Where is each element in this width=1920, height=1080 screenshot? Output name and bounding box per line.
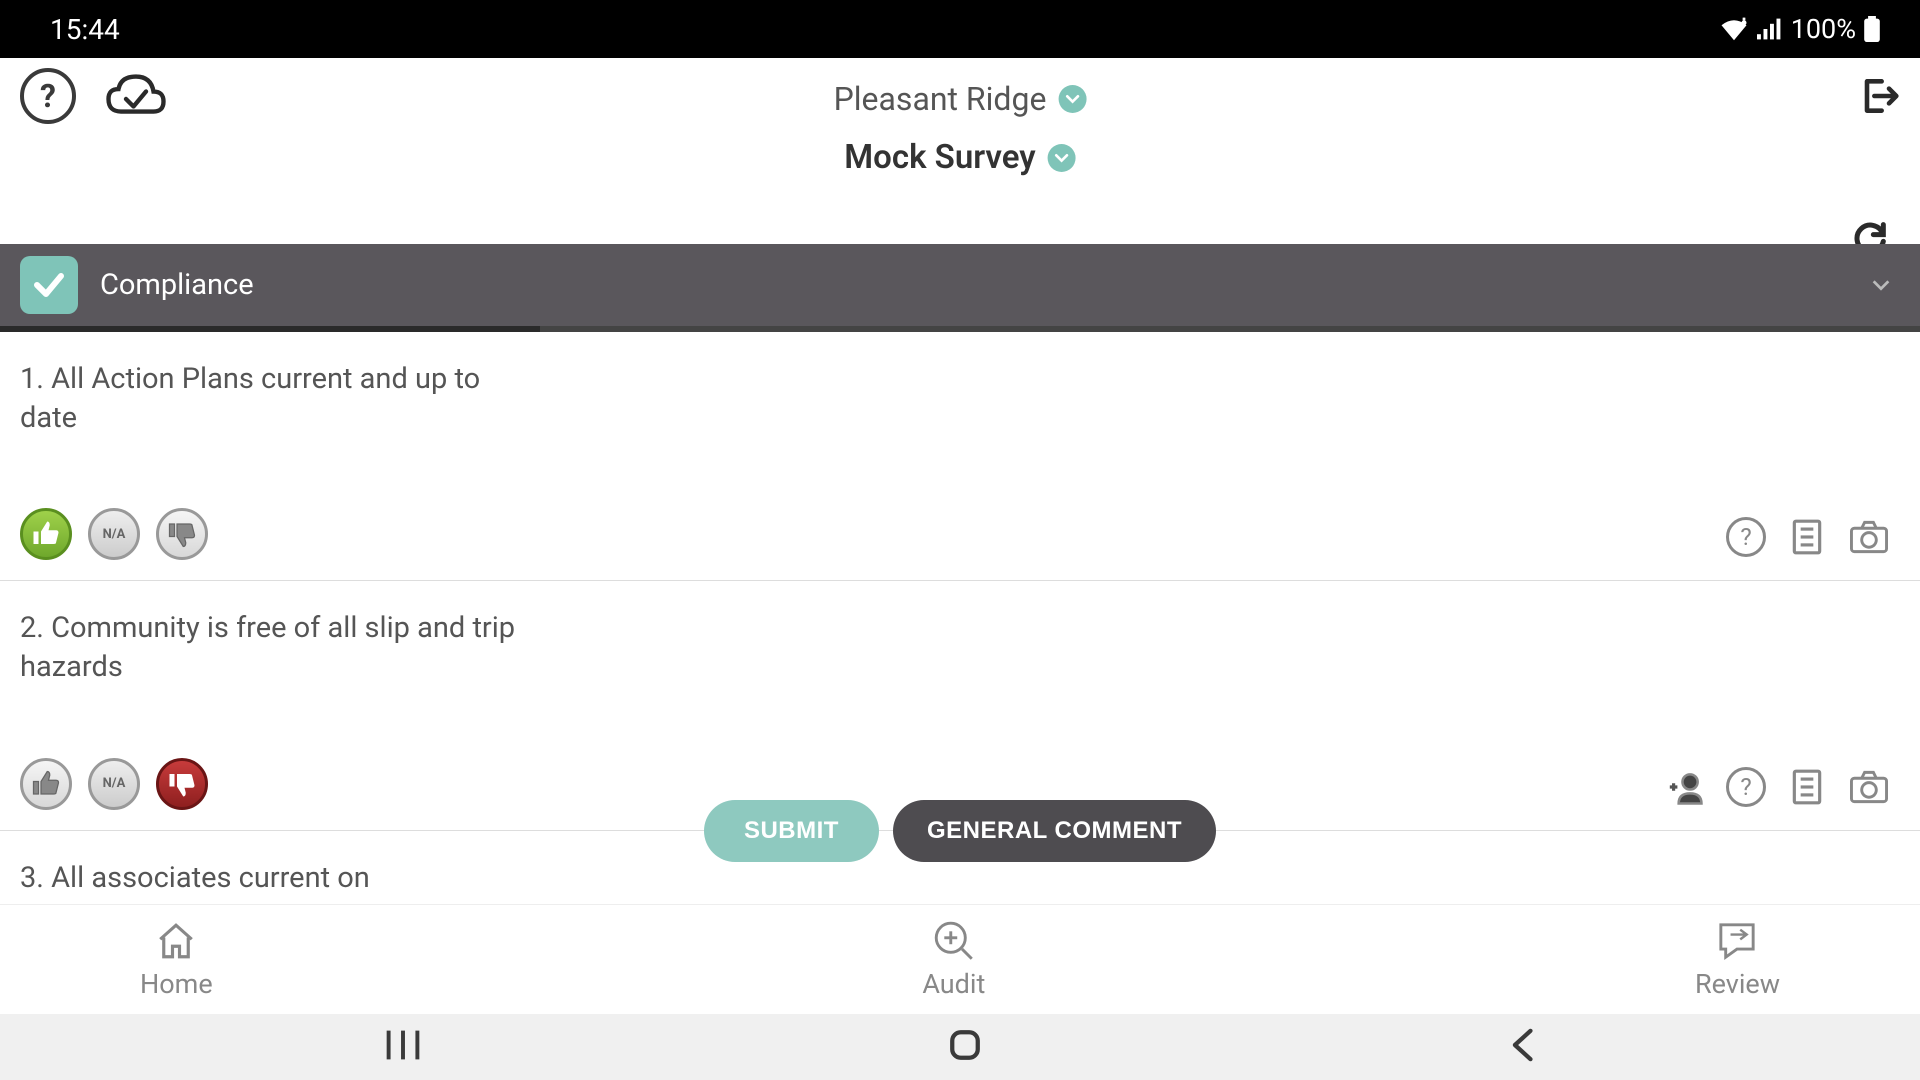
thumbs-up-button[interactable] [20, 508, 72, 560]
app-header: ? Pleasant Ridge Mock Survey [0, 58, 1920, 134]
tab-label: Home [140, 968, 213, 1000]
battery-percent: 100% [1791, 13, 1856, 45]
survey-title: Mock Survey [844, 138, 1035, 177]
battery-icon [1864, 16, 1880, 42]
section-check-icon [20, 256, 78, 314]
help-icon[interactable]: ? [20, 68, 76, 124]
signal-icon [1757, 18, 1783, 40]
question-text: 2. Community is free of all slip and tri… [20, 609, 540, 687]
question-help-icon[interactable]: ? [1726, 517, 1766, 557]
survey-selector[interactable]: Mock Survey [834, 138, 1087, 177]
chevron-down-icon [1048, 144, 1076, 172]
submit-button[interactable]: SUBMIT [704, 800, 879, 862]
thumbs-down-button[interactable] [156, 508, 208, 560]
android-status-bar: 15:44 100% [0, 0, 1920, 58]
na-button[interactable]: N/A [88, 508, 140, 560]
camera-icon[interactable] [1848, 516, 1890, 558]
tab-label: Review [1695, 968, 1780, 1000]
recents-button[interactable] [383, 1028, 423, 1066]
audit-add-icon [933, 920, 975, 962]
question-1: 1. All Action Plans current and up to da… [0, 332, 1920, 581]
home-icon [155, 920, 197, 962]
na-label: N/A [103, 527, 126, 542]
status-right: 100% [1719, 13, 1880, 45]
back-button[interactable] [1507, 1028, 1537, 1066]
cloud-sync-icon[interactable] [106, 74, 166, 119]
section-title: Compliance [100, 268, 254, 302]
question-text: 1. All Action Plans current and up to da… [20, 360, 540, 438]
chevron-down-icon [1058, 85, 1086, 113]
review-icon [1716, 920, 1758, 962]
tab-home[interactable]: Home [140, 920, 213, 1000]
action-button-row: SUBMIT GENERAL COMMENT [0, 800, 1920, 862]
home-button[interactable] [948, 1028, 982, 1066]
wifi-icon [1719, 17, 1749, 41]
tab-label: Audit [922, 968, 985, 1000]
general-comment-button[interactable]: GENERAL COMMENT [893, 800, 1216, 862]
bottom-tab-bar: Home Audit Review [0, 904, 1920, 1014]
location-title: Pleasant Ridge [834, 80, 1047, 118]
android-nav-bar [0, 1014, 1920, 1080]
chevron-down-icon [1870, 274, 1892, 296]
question-2: 2. Community is free of all slip and tri… [0, 581, 1920, 830]
na-label: N/A [103, 776, 126, 791]
status-time: 15:44 [50, 13, 120, 46]
section-header-compliance[interactable]: Compliance [0, 244, 1920, 326]
tab-review[interactable]: Review [1695, 920, 1780, 1000]
note-icon[interactable] [1786, 516, 1828, 558]
logout-icon[interactable] [1856, 74, 1900, 118]
location-selector[interactable]: Pleasant Ridge [834, 80, 1087, 118]
tab-audit[interactable]: Audit [922, 920, 985, 1000]
